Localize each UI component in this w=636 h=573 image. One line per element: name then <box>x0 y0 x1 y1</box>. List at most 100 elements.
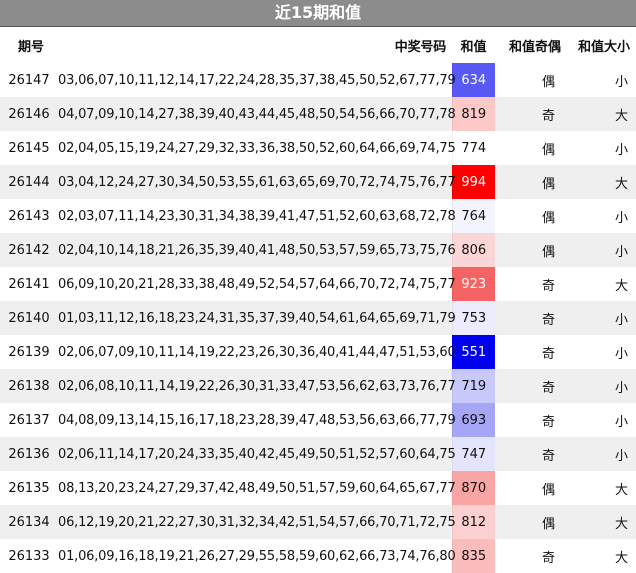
table-row: 26134 06,12,19,20,21,22,27,30,31,32,34,42… <box>0 505 636 539</box>
big-small-cell: 小 <box>614 448 628 464</box>
table-row: 26140 01,03,11,12,16,18,23,24,31,35,37,39… <box>0 301 636 335</box>
odd-even-cell: 偶 <box>541 244 555 260</box>
odd-even-cell: 偶 <box>541 210 555 226</box>
issue-cell: 26137 <box>8 412 50 428</box>
issue-cell: 26136 <box>8 446 50 462</box>
issue-cell: 26147 <box>8 72 50 88</box>
big-small-cell: 大 <box>614 516 628 532</box>
big-small-cell: 小 <box>614 380 628 396</box>
odd-even-cell: 偶 <box>541 482 555 498</box>
issue-cell: 26146 <box>8 106 50 122</box>
issue-cell: 26141 <box>8 276 50 292</box>
winning-numbers-cell: 02,06,07,09,10,11,14,19,22,23,26,30,36,4… <box>58 344 456 360</box>
big-small-cell: 大 <box>614 108 628 124</box>
sum-cell: 774 <box>451 131 495 165</box>
issue-cell: 26133 <box>8 548 50 564</box>
header-sum: 和值 <box>460 39 487 55</box>
winning-numbers-cell: 02,03,07,11,14,23,30,31,34,38,39,41,47,5… <box>58 208 456 224</box>
winning-numbers-cell: 01,03,11,12,16,18,23,24,31,35,37,39,40,5… <box>58 310 456 326</box>
issue-cell: 26139 <box>8 344 50 360</box>
winning-numbers-cell: 02,06,08,10,11,14,19,22,26,30,31,33,47,5… <box>58 378 456 394</box>
table-row: 26147 03,06,07,10,11,12,14,17,22,24,28,35… <box>0 63 636 97</box>
header-row: 期号 中奖号码 和值 和值奇偶 和值大小 <box>0 27 636 63</box>
table-row: 26137 04,08,09,13,14,15,16,17,18,23,28,39… <box>0 403 636 437</box>
big-small-cell: 小 <box>614 414 628 430</box>
sum-history-table: 期号 中奖号码 和值 和值奇偶 和值大小 26147 03,06,07,10,11… <box>0 27 636 573</box>
issue-cell: 26145 <box>8 140 50 156</box>
winning-numbers-cell: 08,13,20,23,24,27,29,37,42,48,49,50,51,5… <box>58 480 456 496</box>
table-row: 26139 02,06,07,09,10,11,14,19,22,23,26,30… <box>0 335 636 369</box>
odd-even-cell: 偶 <box>541 74 555 90</box>
table-row: 26136 02,06,11,14,17,20,24,33,35,40,42,45… <box>0 437 636 471</box>
winning-numbers-cell: 02,04,05,15,19,24,27,29,32,33,36,38,50,5… <box>58 140 456 156</box>
table-row: 26144 03,04,12,24,27,30,34,50,53,55,61,63… <box>0 165 636 199</box>
big-small-cell: 小 <box>614 210 628 226</box>
odd-even-cell: 奇 <box>541 278 555 294</box>
big-small-cell: 大 <box>614 550 628 566</box>
header-odd-even: 和值奇偶 <box>508 39 561 55</box>
winning-numbers-cell: 06,09,10,20,21,28,33,38,48,49,52,54,57,6… <box>58 276 456 292</box>
table-row: 26133 01,06,09,16,18,19,21,26,27,29,55,58… <box>0 539 636 573</box>
odd-even-cell: 奇 <box>541 414 555 430</box>
odd-even-cell: 奇 <box>541 108 555 124</box>
odd-even-cell: 奇 <box>541 312 555 328</box>
winning-numbers-cell: 06,12,19,20,21,22,27,30,31,32,34,42,51,5… <box>58 514 456 530</box>
sum-cell: 819 <box>451 97 495 131</box>
odd-even-cell: 偶 <box>541 176 555 192</box>
issue-cell: 26134 <box>8 514 50 530</box>
issue-cell: 26138 <box>8 378 50 394</box>
sum-cell: 551 <box>451 335 495 369</box>
issue-cell: 26140 <box>8 310 50 326</box>
big-small-cell: 大 <box>614 176 628 192</box>
winning-numbers-cell: 03,06,07,10,11,12,14,17,22,24,28,35,37,3… <box>58 72 456 88</box>
sum-history-panel: 近15期和值 期号 中奖号码 和值 和值奇偶 和值大小 26147 03,06,0… <box>0 0 636 573</box>
issue-cell: 26135 <box>8 480 50 496</box>
table-row: 26138 02,06,08,10,11,14,19,22,26,30,31,33… <box>0 369 636 403</box>
sum-cell: 634 <box>451 63 495 97</box>
odd-even-cell: 偶 <box>541 142 555 158</box>
winning-numbers-cell: 04,07,09,10,14,27,38,39,40,43,44,45,48,5… <box>58 106 456 122</box>
table-row: 26146 04,07,09,10,14,27,38,39,40,43,44,45… <box>0 97 636 131</box>
header-big-small: 和值大小 <box>577 39 630 55</box>
big-small-cell: 小 <box>614 346 628 362</box>
table-row: 26143 02,03,07,11,14,23,30,31,34,38,39,41… <box>0 199 636 233</box>
panel-title: 近15期和值 <box>0 0 636 27</box>
sum-cell: 753 <box>451 301 495 335</box>
winning-numbers-cell: 04,08,09,13,14,15,16,17,18,23,28,39,47,4… <box>58 412 456 428</box>
odd-even-cell: 奇 <box>541 380 555 396</box>
winning-numbers-cell: 01,06,09,16,18,19,21,26,27,29,55,58,59,6… <box>58 548 456 564</box>
sum-cell: 923 <box>451 267 495 301</box>
issue-cell: 26142 <box>8 242 50 258</box>
sum-cell: 747 <box>451 437 495 471</box>
big-small-cell: 小 <box>614 244 628 260</box>
sum-cell: 806 <box>451 233 495 267</box>
big-small-cell: 大 <box>614 482 628 498</box>
sum-cell: 764 <box>451 199 495 233</box>
odd-even-cell: 奇 <box>541 550 555 566</box>
table-row: 26141 06,09,10,20,21,28,33,38,48,49,52,54… <box>0 267 636 301</box>
table-body: 26147 03,06,07,10,11,12,14,17,22,24,28,35… <box>0 63 636 573</box>
table-row: 26145 02,04,05,15,19,24,27,29,32,33,36,38… <box>0 131 636 165</box>
sum-cell: 719 <box>451 369 495 403</box>
odd-even-cell: 奇 <box>541 448 555 464</box>
table-row: 26142 02,04,10,14,18,21,26,35,39,40,41,48… <box>0 233 636 267</box>
big-small-cell: 小 <box>614 142 628 158</box>
big-small-cell: 小 <box>614 312 628 328</box>
winning-numbers-cell: 03,04,12,24,27,30,34,50,53,55,61,63,65,6… <box>58 174 456 190</box>
issue-cell: 26144 <box>8 174 50 190</box>
header-numbers: 中奖号码 <box>394 39 446 55</box>
sum-cell: 994 <box>451 165 495 199</box>
winning-numbers-cell: 02,06,11,14,17,20,24,33,35,40,42,45,49,5… <box>58 446 456 462</box>
odd-even-cell: 奇 <box>541 346 555 362</box>
issue-cell: 26143 <box>8 208 50 224</box>
table-header: 期号 中奖号码 和值 和值奇偶 和值大小 <box>0 27 636 63</box>
big-small-cell: 大 <box>614 278 628 294</box>
odd-even-cell: 偶 <box>541 516 555 532</box>
header-issue: 期号 <box>18 39 45 55</box>
sum-cell: 812 <box>451 505 495 539</box>
winning-numbers-cell: 02,04,10,14,18,21,26,35,39,40,41,48,50,5… <box>58 242 456 258</box>
table-row: 26135 08,13,20,23,24,27,29,37,42,48,49,50… <box>0 471 636 505</box>
sum-cell: 835 <box>451 539 495 573</box>
sum-cell: 870 <box>451 471 495 505</box>
sum-cell: 693 <box>451 403 495 437</box>
